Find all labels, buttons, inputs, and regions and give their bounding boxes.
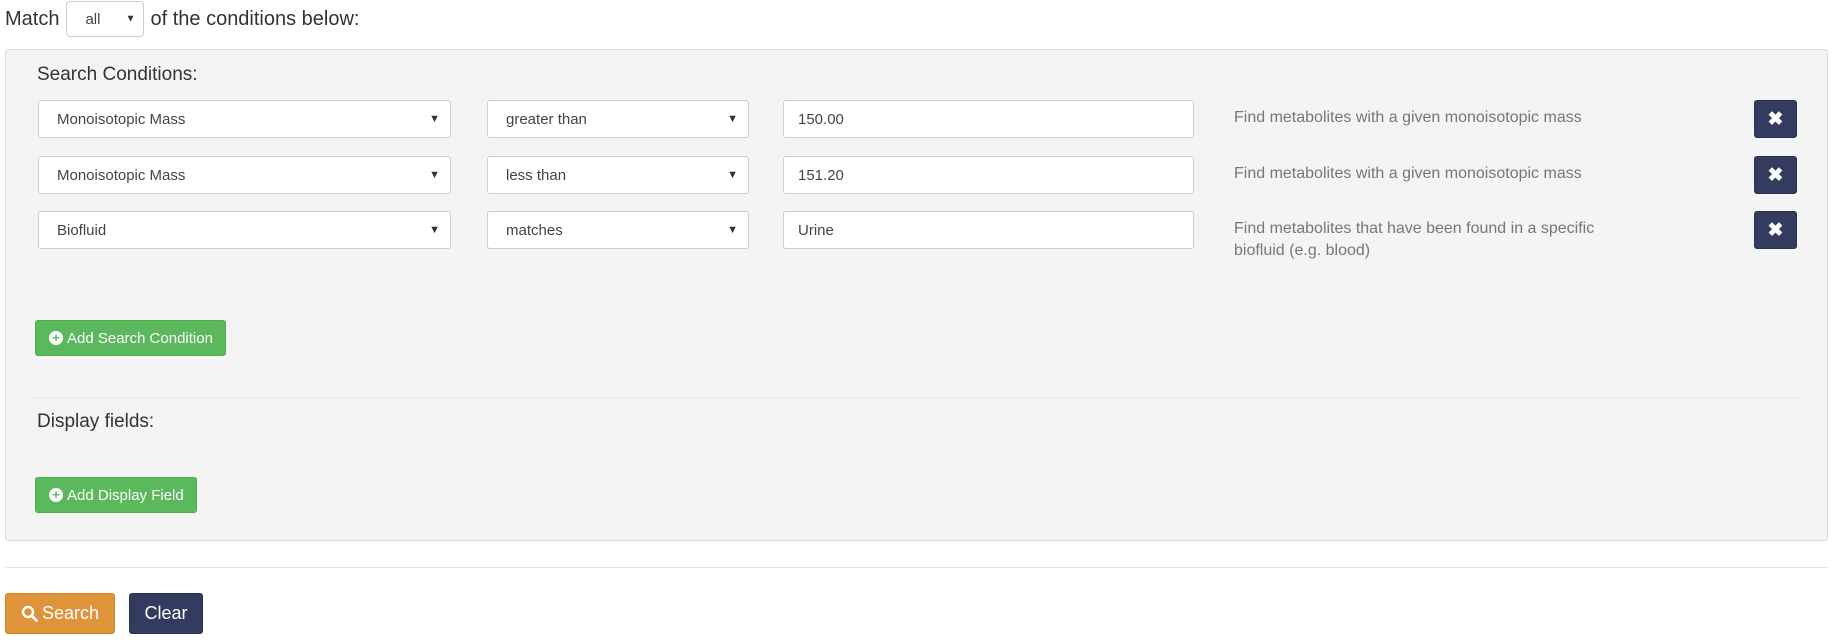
plus-circle-icon: + bbox=[49, 488, 63, 502]
caret-down-icon: ▼ bbox=[429, 224, 440, 236]
caret-down-icon: ▼ bbox=[727, 113, 738, 125]
match-suffix: of the conditions below: bbox=[150, 7, 360, 30]
condition-value-input[interactable]: Urine bbox=[783, 211, 1194, 249]
caret-down-icon: ▼ bbox=[429, 169, 440, 181]
condition-operator-value: less than bbox=[506, 166, 567, 184]
search-button[interactable]: Search bbox=[5, 593, 115, 634]
match-mode-select[interactable]: all ▼ bbox=[66, 1, 145, 37]
search-icon bbox=[21, 605, 38, 622]
condition-field-value: Monoisotopic Mass bbox=[57, 110, 186, 128]
condition-operator-value: matches bbox=[506, 221, 563, 239]
display-fields-title: Display fields: bbox=[37, 411, 155, 432]
caret-down-icon: ▼ bbox=[727, 169, 738, 181]
remove-condition-button[interactable]: ✖ bbox=[1754, 156, 1797, 194]
clear-button[interactable]: Clear bbox=[129, 593, 203, 634]
search-conditions-title: Search Conditions: bbox=[37, 64, 198, 85]
condition-operator-select[interactable]: less than ▼ bbox=[487, 156, 749, 194]
condition-field-select[interactable]: Monoisotopic Mass ▼ bbox=[38, 156, 451, 194]
add-display-field-label: Add Display Field bbox=[67, 486, 184, 504]
times-icon: ✖ bbox=[1767, 219, 1784, 241]
remove-condition-button[interactable]: ✖ bbox=[1754, 211, 1797, 249]
condition-field-select[interactable]: Biofluid ▼ bbox=[38, 211, 451, 249]
condition-row: Monoisotopic Mass ▼ greater than ▼ 150.0… bbox=[38, 100, 1798, 138]
clear-button-label: Clear bbox=[144, 603, 188, 623]
match-line: Match all ▼ of the conditions below: bbox=[5, 0, 360, 38]
condition-field-value: Monoisotopic Mass bbox=[57, 166, 186, 184]
actions-divider bbox=[5, 567, 1828, 568]
condition-value-text: Urine bbox=[798, 221, 834, 239]
search-button-label: Search bbox=[41, 603, 100, 623]
times-icon: ✖ bbox=[1767, 164, 1784, 186]
condition-description: Find metabolites with a given monoisotop… bbox=[1234, 109, 1582, 126]
remove-condition-button[interactable]: ✖ bbox=[1754, 100, 1797, 138]
caret-down-icon: ▼ bbox=[125, 13, 136, 25]
condition-operator-select[interactable]: matches ▼ bbox=[487, 211, 749, 249]
plus-circle-icon: + bbox=[49, 331, 63, 345]
caret-down-icon: ▼ bbox=[727, 224, 738, 236]
add-search-condition-button[interactable]: + Add Search Condition bbox=[35, 320, 226, 356]
condition-field-value: Biofluid bbox=[57, 221, 107, 239]
condition-description: Find metabolites with a given monoisotop… bbox=[1234, 165, 1582, 182]
condition-value-text: 150.00 bbox=[798, 110, 844, 128]
add-display-field-button[interactable]: + Add Display Field bbox=[35, 477, 197, 513]
condition-operator-value: greater than bbox=[506, 110, 587, 128]
condition-field-select[interactable]: Monoisotopic Mass ▼ bbox=[38, 100, 451, 138]
match-mode-value: all bbox=[85, 10, 101, 28]
search-panel: Search Conditions: Monoisotopic Mass ▼ g… bbox=[5, 49, 1828, 541]
condition-operator-select[interactable]: greater than ▼ bbox=[487, 100, 749, 138]
caret-down-icon: ▼ bbox=[429, 113, 440, 125]
condition-value-text: 151.20 bbox=[798, 166, 844, 184]
condition-description: Find metabolites that have been found in… bbox=[1234, 220, 1595, 259]
add-search-condition-label: Add Search Condition bbox=[67, 329, 213, 347]
condition-value-input[interactable]: 151.20 bbox=[783, 156, 1194, 194]
match-prefix: Match bbox=[5, 7, 60, 30]
condition-value-input[interactable]: 150.00 bbox=[783, 100, 1194, 138]
condition-row: Monoisotopic Mass ▼ less than ▼ 151.20 F… bbox=[38, 156, 1798, 194]
condition-row: Biofluid ▼ matches ▼ Urine Find metaboli… bbox=[38, 211, 1798, 259]
section-divider bbox=[34, 397, 1800, 398]
times-icon: ✖ bbox=[1767, 108, 1784, 130]
